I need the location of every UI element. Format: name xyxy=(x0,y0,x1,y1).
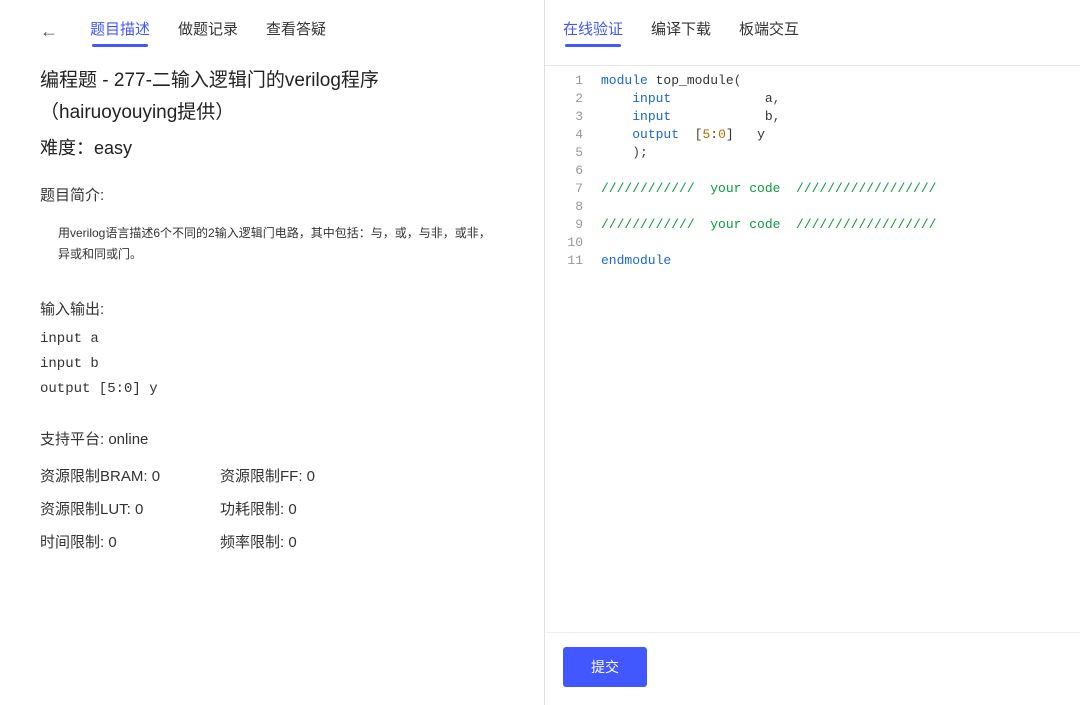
limit-freq: 频率限制: 0 xyxy=(220,531,400,552)
limit-time: 时间限制: 0 xyxy=(40,531,220,552)
io-line-2: output [5:0] y xyxy=(40,377,504,402)
limit-lut: 资源限制LUT: 0 xyxy=(40,498,220,519)
limits-grid: 资源限制BRAM: 0 资源限制FF: 0 资源限制LUT: 0 功耗限制: 0… xyxy=(40,465,504,552)
io-label: 输入输出: xyxy=(40,298,504,319)
tab-online-verify[interactable]: 在线验证 xyxy=(563,18,623,45)
tab-board-interact[interactable]: 板端交互 xyxy=(739,18,799,45)
tab-history[interactable]: 做题记录 xyxy=(178,18,238,45)
back-arrow-icon[interactable]: ← xyxy=(40,21,58,42)
io-line-0: input a xyxy=(40,327,504,352)
submit-bar: 提交 xyxy=(545,632,1080,705)
main-container: ← 题目描述 做题记录 查看答疑 编程题 - 277-二输入逻辑门的verilo… xyxy=(0,0,1080,705)
code-lines[interactable]: module top_module( input a, input b, out… xyxy=(593,66,1080,632)
right-panel: 在线验证 编译下载 板端交互 1234567891011 module top_… xyxy=(545,0,1080,705)
intro-text: 用verilog语言描述6个不同的2输入逻辑门电路，其中包括：与，或，与非，或非… xyxy=(40,217,504,272)
platform-line: 支持平台: online xyxy=(40,428,504,449)
difficulty-label: 难度： xyxy=(40,138,94,158)
submit-button[interactable]: 提交 xyxy=(563,647,647,687)
left-panel: ← 题目描述 做题记录 查看答疑 编程题 - 277-二输入逻辑门的verilo… xyxy=(0,0,545,705)
problem-title: 编程题 - 277-二输入逻辑门的verilog程序（hairuoyouying… xyxy=(40,65,504,130)
limit-ff: 资源限制FF: 0 xyxy=(220,465,400,486)
limit-bram: 资源限制BRAM: 0 xyxy=(40,465,220,486)
difficulty-value: easy xyxy=(94,138,132,158)
tab-compile-download[interactable]: 编译下载 xyxy=(651,18,711,45)
io-line-1: input b xyxy=(40,352,504,377)
io-section: 输入输出: input a input b output [5:0] y xyxy=(40,298,504,403)
platform-label: 支持平台: xyxy=(40,431,104,448)
left-tab-row: ← 题目描述 做题记录 查看答疑 xyxy=(0,18,544,65)
platform-value: online xyxy=(108,431,148,448)
code-gutter: 1234567891011 xyxy=(545,66,593,632)
problem-content: 编程题 - 277-二输入逻辑门的verilog程序（hairuoyouying… xyxy=(0,65,544,705)
tab-qa[interactable]: 查看答疑 xyxy=(266,18,326,45)
limit-power: 功耗限制: 0 xyxy=(220,498,400,519)
right-tab-row: 在线验证 编译下载 板端交互 xyxy=(545,18,1080,65)
difficulty-line: 难度：easy xyxy=(40,134,504,160)
code-editor[interactable]: 1234567891011 module top_module( input a… xyxy=(545,65,1080,632)
intro-label: 题目简介: xyxy=(40,184,504,205)
tab-problem-desc[interactable]: 题目描述 xyxy=(90,18,150,45)
